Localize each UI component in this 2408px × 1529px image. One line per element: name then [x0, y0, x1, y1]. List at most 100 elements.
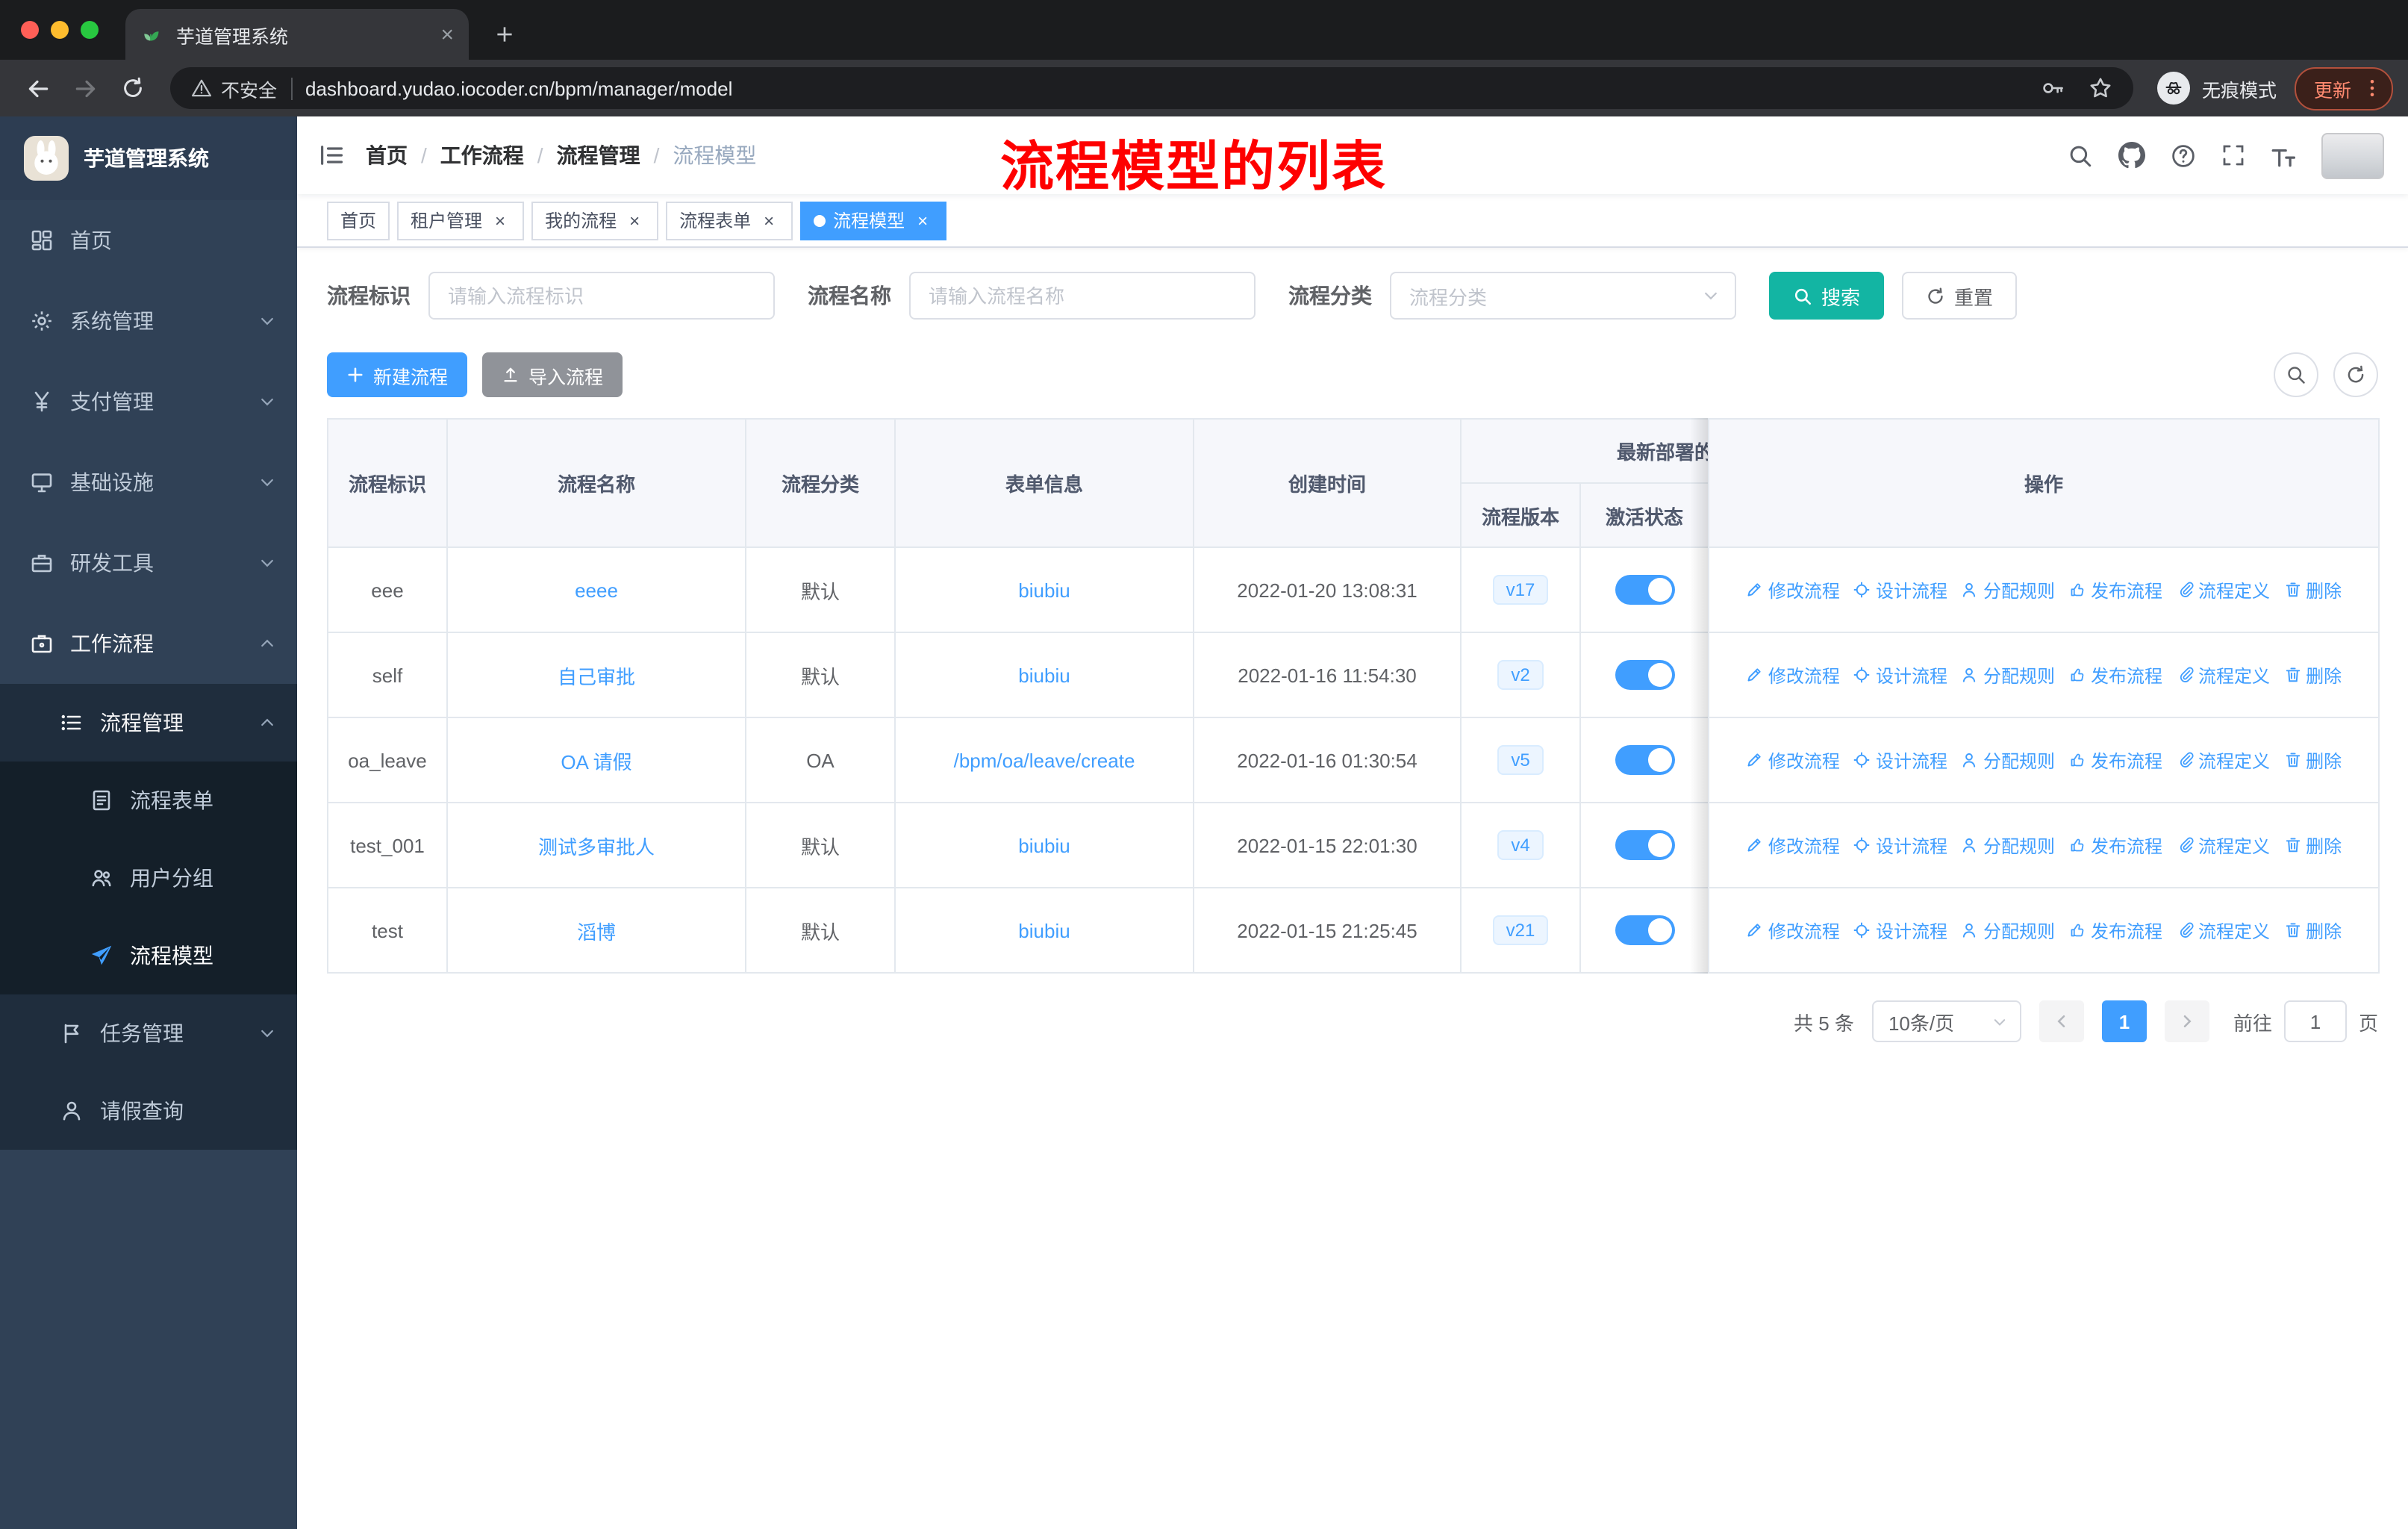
form-info-link[interactable]: /bpm/oa/leave/create: [954, 749, 1135, 771]
sidebar-item-task-mgmt[interactable]: 任务管理: [0, 994, 297, 1072]
browser-tab[interactable]: 芋道管理系统: [125, 9, 469, 60]
font-size-icon[interactable]: [2271, 143, 2296, 168]
design-process-link[interactable]: 设计流程: [1853, 918, 1947, 943]
tab-close-icon[interactable]: [440, 23, 454, 46]
github-icon[interactable]: [2118, 142, 2145, 169]
design-process-link[interactable]: 设计流程: [1853, 747, 1947, 773]
tag-home[interactable]: 首页: [327, 201, 390, 240]
process-definition-link[interactable]: 流程定义: [2176, 832, 2270, 858]
process-name-link[interactable]: 滔博: [577, 921, 616, 943]
goto-page-input[interactable]: [2283, 1000, 2347, 1042]
tag-close-icon[interactable]: [624, 210, 645, 231]
process-name-link[interactable]: 自己审批: [558, 665, 635, 688]
modify-process-link[interactable]: 修改流程: [1746, 577, 1840, 602]
delete-process-link[interactable]: 删除: [2283, 832, 2342, 858]
next-page-button[interactable]: [2164, 1000, 2209, 1042]
process-key-input[interactable]: [428, 272, 775, 320]
sidebar-item-infra[interactable]: 基础设施: [0, 442, 297, 523]
sidebar-item-leave-query[interactable]: 请假查询: [0, 1072, 297, 1150]
sidebar-item-devtools[interactable]: 研发工具: [0, 523, 297, 603]
browser-update-button[interactable]: 更新: [2294, 66, 2393, 110]
page-number-button[interactable]: 1: [2101, 1000, 2147, 1042]
assign-rule-link[interactable]: 分配规则: [1961, 747, 2055, 773]
tag-close-icon[interactable]: [912, 210, 933, 231]
form-info-link[interactable]: biubiu: [1018, 579, 1070, 601]
back-button[interactable]: [15, 66, 60, 110]
process-definition-link[interactable]: 流程定义: [2176, 662, 2270, 688]
close-window-button[interactable]: [21, 21, 39, 39]
page-size-select[interactable]: 10条/页: [1871, 1000, 2021, 1042]
design-process-link[interactable]: 设计流程: [1853, 832, 1947, 858]
sidebar-item-payment[interactable]: 支付管理: [0, 361, 297, 442]
sidebar-item-user-group[interactable]: 用户分组: [0, 839, 297, 917]
process-definition-link[interactable]: 流程定义: [2176, 577, 2270, 602]
minimize-window-button[interactable]: [51, 21, 69, 39]
zoom-window-button[interactable]: [81, 21, 99, 39]
modify-process-link[interactable]: 修改流程: [1746, 662, 1840, 688]
breadcrumb-workflow[interactable]: 工作流程: [440, 140, 524, 170]
breadcrumb-process-mgmt[interactable]: 流程管理: [557, 140, 640, 170]
user-avatar[interactable]: [2321, 132, 2384, 178]
kebab-menu-icon[interactable]: [2362, 78, 2383, 99]
publish-process-link[interactable]: 发布流程: [2068, 918, 2162, 943]
import-process-button[interactable]: 导入流程: [482, 352, 623, 397]
process-name-link[interactable]: 测试多审批人: [538, 835, 655, 858]
assign-rule-link[interactable]: 分配规则: [1961, 577, 2055, 602]
address-bar[interactable]: 不安全 dashboard.yudao.iocoder.cn/bpm/manag…: [170, 67, 2133, 109]
delete-process-link[interactable]: 删除: [2283, 577, 2342, 602]
breadcrumb-home[interactable]: 首页: [366, 140, 408, 170]
reset-button[interactable]: 重置: [1902, 272, 2018, 320]
sidebar-item-process-form[interactable]: 流程表单: [0, 762, 297, 839]
password-key-icon[interactable]: [2041, 76, 2065, 100]
design-process-link[interactable]: 设计流程: [1853, 662, 1947, 688]
tag-process-model[interactable]: 流程模型: [800, 201, 947, 240]
sidebar-toggle-button[interactable]: [297, 116, 366, 194]
sidebar-item-process-model[interactable]: 流程模型: [0, 917, 297, 994]
status-toggle[interactable]: [1615, 660, 1674, 690]
fullscreen-icon[interactable]: [2221, 143, 2245, 167]
tag-close-icon[interactable]: [490, 210, 511, 231]
toggle-search-button[interactable]: [2274, 352, 2318, 397]
process-name-link[interactable]: eeee: [575, 579, 618, 601]
form-info-link[interactable]: biubiu: [1018, 834, 1070, 856]
sidebar-logo[interactable]: 芋道管理系统: [0, 116, 297, 200]
header-search-icon[interactable]: [2068, 143, 2093, 168]
tag-close-icon[interactable]: [758, 210, 779, 231]
new-tab-button[interactable]: [484, 13, 525, 55]
publish-process-link[interactable]: 发布流程: [2068, 832, 2162, 858]
process-name-link[interactable]: OA 请假: [561, 750, 631, 773]
modify-process-link[interactable]: 修改流程: [1746, 832, 1840, 858]
modify-process-link[interactable]: 修改流程: [1746, 918, 1840, 943]
status-toggle[interactable]: [1615, 575, 1674, 605]
publish-process-link[interactable]: 发布流程: [2068, 577, 2162, 602]
status-toggle[interactable]: [1615, 745, 1674, 775]
forward-button[interactable]: [63, 66, 107, 110]
assign-rule-link[interactable]: 分配规则: [1961, 832, 2055, 858]
sidebar-item-system[interactable]: 系统管理: [0, 281, 297, 361]
process-definition-link[interactable]: 流程定义: [2176, 918, 2270, 943]
form-info-link[interactable]: biubiu: [1018, 664, 1070, 686]
publish-process-link[interactable]: 发布流程: [2068, 747, 2162, 773]
sidebar-item-workflow[interactable]: 工作流程: [0, 603, 297, 684]
modify-process-link[interactable]: 修改流程: [1746, 747, 1840, 773]
tag-process-form[interactable]: 流程表单: [666, 201, 793, 240]
search-button[interactable]: 搜索: [1769, 272, 1885, 320]
delete-process-link[interactable]: 删除: [2283, 662, 2342, 688]
form-info-link[interactable]: biubiu: [1018, 919, 1070, 941]
assign-rule-link[interactable]: 分配规则: [1961, 662, 2055, 688]
process-definition-link[interactable]: 流程定义: [2176, 747, 2270, 773]
status-toggle[interactable]: [1615, 830, 1674, 860]
status-toggle[interactable]: [1615, 915, 1674, 945]
tag-my-process[interactable]: 我的流程: [531, 201, 659, 240]
prev-page-button[interactable]: [2039, 1000, 2084, 1042]
reload-button[interactable]: [110, 66, 155, 110]
tag-tenant-mgmt[interactable]: 租户管理: [397, 201, 525, 240]
design-process-link[interactable]: 设计流程: [1853, 577, 1947, 602]
sidebar-item-home[interactable]: 首页: [0, 200, 297, 281]
help-question-icon[interactable]: [2171, 143, 2196, 168]
publish-process-link[interactable]: 发布流程: [2068, 662, 2162, 688]
create-process-button[interactable]: 新建流程: [327, 352, 468, 397]
security-warning-icon[interactable]: 不安全: [191, 74, 277, 102]
delete-process-link[interactable]: 删除: [2283, 747, 2342, 773]
process-category-select[interactable]: 流程分类: [1390, 272, 1736, 320]
